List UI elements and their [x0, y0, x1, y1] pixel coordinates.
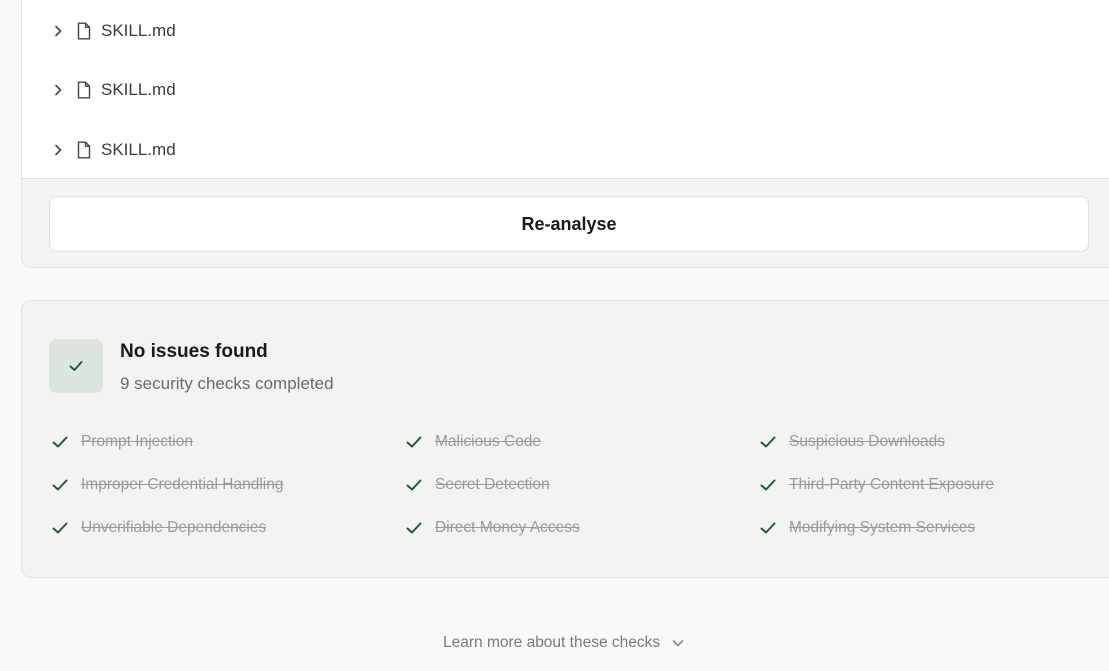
chevron-right-icon — [55, 25, 62, 37]
check-item: Unverifiable Dependencies — [51, 517, 266, 539]
result-title: No issues found — [120, 341, 268, 362]
check-icon — [69, 361, 83, 371]
check-item: Improper Credential Handling — [51, 474, 283, 496]
check-item: Suspicious Downloads — [759, 431, 945, 453]
file-row-2[interactable]: SKILL.md — [50, 78, 176, 102]
check-label: Secret Detection — [435, 476, 550, 493]
file-list: SKILL.md SKILL.md SKILL.md — [22, 0, 1109, 179]
check-label: Malicious Code — [435, 433, 541, 450]
chevron-down-icon — [672, 640, 684, 647]
document-icon — [77, 141, 91, 159]
file-row-3[interactable]: SKILL.md — [50, 138, 176, 162]
security-result-panel: No issues found 9 security checks comple… — [21, 300, 1109, 578]
check-label: Suspicious Downloads — [789, 433, 945, 450]
check-label: Improper Credential Handling — [81, 476, 284, 493]
file-row-1[interactable]: SKILL.md — [50, 19, 176, 43]
check-label: Prompt Injection — [81, 433, 193, 450]
check-icon — [406, 436, 422, 448]
file-name: SKILL.md — [101, 21, 176, 40]
check-icon — [406, 522, 422, 534]
file-name: SKILL.md — [101, 80, 176, 99]
check-label: Direct Money Access — [435, 519, 580, 536]
document-icon — [77, 81, 91, 99]
learn-more-label: Learn more about these checks — [443, 634, 661, 651]
check-icon — [52, 436, 68, 448]
file-name: SKILL.md — [101, 140, 176, 159]
status-badge — [49, 339, 103, 393]
check-item: Modifying System Services — [759, 517, 975, 539]
check-item: Malicious Code — [405, 431, 541, 453]
check-icon — [760, 522, 776, 534]
check-icon — [52, 479, 68, 491]
files-panel: SKILL.md SKILL.md SKILL.md Re-analyse — [21, 0, 1109, 268]
chevron-right-icon — [55, 84, 62, 96]
check-icon — [760, 436, 776, 448]
check-label: Modifying System Services — [789, 519, 976, 536]
check-item: Secret Detection — [405, 474, 550, 496]
result-subtitle: 9 security checks completed — [120, 374, 334, 393]
learn-more-toggle[interactable]: Learn more about these checks — [443, 631, 686, 655]
reanalyse-button[interactable]: Re-analyse — [49, 196, 1089, 252]
document-icon — [77, 22, 91, 40]
check-label: Unverifiable Dependencies — [81, 519, 267, 536]
check-item: Third-Party Content Exposure — [759, 474, 994, 496]
check-icon — [760, 479, 776, 491]
check-icon — [406, 479, 422, 491]
check-item: Direct Money Access — [405, 517, 580, 539]
chevron-right-icon — [55, 144, 62, 156]
check-item: Prompt Injection — [51, 431, 193, 453]
check-label: Third-Party Content Exposure — [789, 476, 995, 493]
check-icon — [52, 522, 68, 534]
